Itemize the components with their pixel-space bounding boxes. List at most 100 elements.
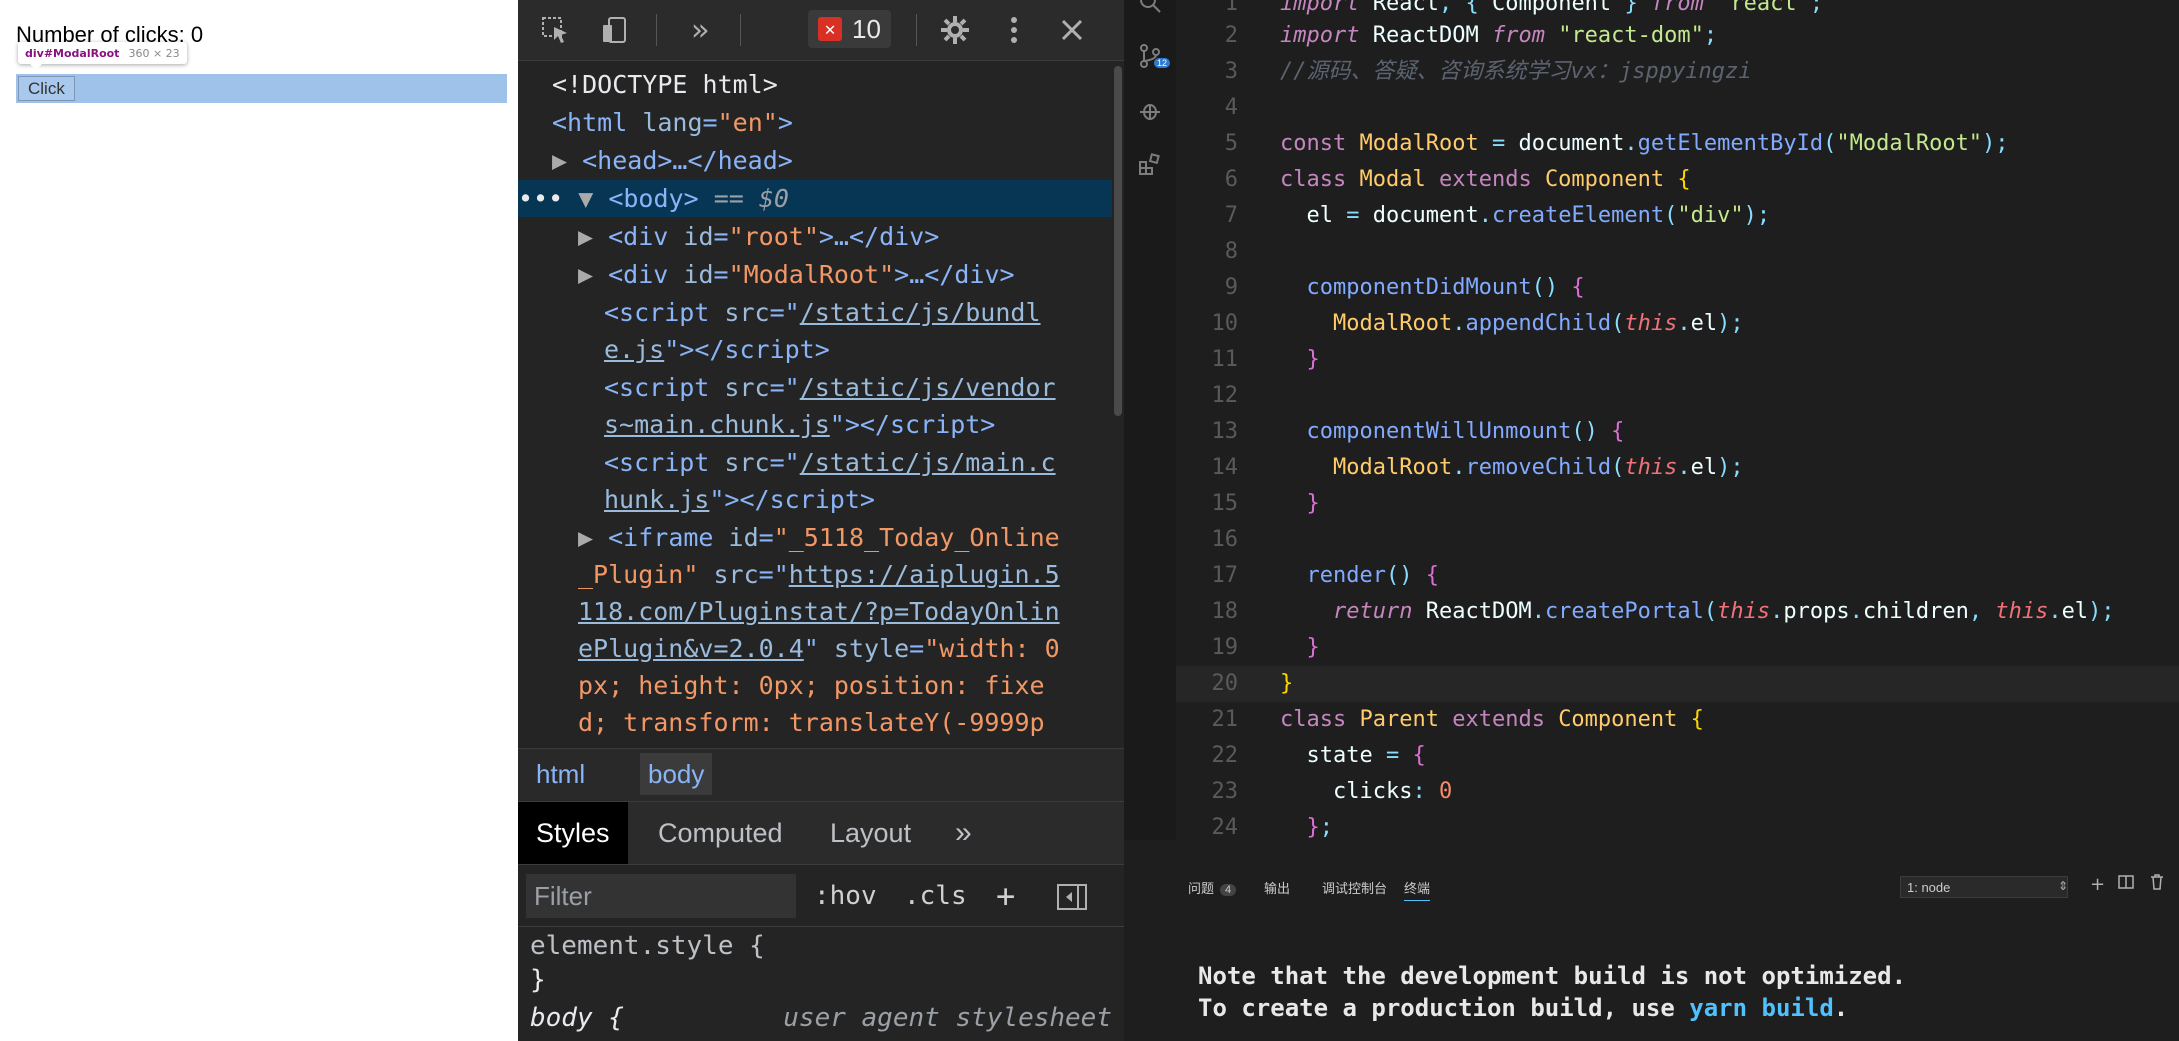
source-control-icon[interactable]: 12: [1136, 42, 1171, 70]
expand-arrow-icon[interactable]: ▶: [578, 260, 608, 289]
source-control-badge: 12: [1154, 58, 1171, 68]
code-line: 23 clicks: 0: [1211, 779, 1453, 804]
new-style-rule-button[interactable]: +: [996, 866, 1015, 926]
code-line: 2 import ReactDOM from "react-dom";: [1224, 23, 1718, 48]
code-line: 14 ModalRoot.removeChild(this.el);: [1211, 455, 1744, 480]
code-line: 11 }: [1211, 347, 1320, 372]
breadcrumb: html body: [518, 748, 1124, 802]
code-line: 12: [1211, 383, 1239, 408]
code-line: 18 return ReactDOM.createPortal(this.pro…: [1211, 599, 2115, 624]
dom-script-bundle[interactable]: <script src="/static/js/bundl: [604, 294, 1041, 331]
code-line: 15 }: [1211, 491, 1320, 516]
user-agent-label: user agent stylesheet: [783, 1003, 1112, 1033]
tooltip-selector: div#ModalRoot: [25, 46, 120, 60]
split-terminal-icon[interactable]: [2118, 874, 2134, 895]
dom-script-main[interactable]: <script src="/static/js/main.c: [604, 444, 1056, 481]
code-line: 24 };: [1211, 815, 1334, 840]
devtools-toolbar: » ✕ 10: [518, 0, 1124, 61]
toggle-sidebar-icon[interactable]: [1056, 866, 1088, 926]
dom-html-node[interactable]: <html lang="en">: [552, 104, 793, 141]
dom-script-vendors[interactable]: <script src="/static/js/vendor: [604, 369, 1056, 406]
code-line: 21 class Parent extends Component {: [1211, 707, 1704, 732]
activity-bar: 12: [1124, 0, 1176, 840]
code-editor: 12 1 import React, { Component } from "re…: [1124, 0, 2179, 1041]
tab-styles[interactable]: Styles: [518, 802, 628, 864]
tab-layout[interactable]: Layout: [830, 802, 911, 864]
chevron-updown-icon: ⇕: [2058, 879, 2069, 893]
close-devtools-icon[interactable]: [1048, 0, 1096, 60]
dom-iframe-line6: d; transform: translateY(-9999p: [578, 708, 1045, 737]
toolbar-separator: [740, 14, 741, 46]
node-actions-icon[interactable]: •••: [518, 184, 563, 213]
settings-gear-icon[interactable]: [930, 0, 980, 60]
error-count: 10: [852, 13, 881, 44]
terminal-line-1: Note that the development build is not o…: [1198, 962, 1907, 990]
code-line: 7 el = document.createElement("div");: [1224, 203, 1771, 228]
extensions-icon[interactable]: [1136, 150, 1164, 178]
breadcrumb-body[interactable]: body: [640, 753, 713, 795]
more-options-icon[interactable]: [994, 0, 1034, 60]
add-terminal-icon[interactable]: +: [2090, 874, 2105, 895]
more-panels-button[interactable]: »: [678, 0, 722, 60]
breadcrumb-html[interactable]: html: [536, 759, 585, 790]
problems-badge: 4: [1220, 884, 1237, 896]
browser-page: Number of clicks: 0 div#ModalRoot 360 × …: [0, 0, 518, 1041]
dom-div-root[interactable]: ▶ <div id="root">…</div>: [578, 218, 939, 255]
terminal-select[interactable]: 1: node: [1900, 876, 2068, 898]
dom-head-node[interactable]: ▶ <head>…</head>: [552, 142, 793, 179]
tooltip-arrow: [30, 64, 42, 70]
dom-iframe-node[interactable]: ▶ <iframe id="_5118_Today_Online: [578, 519, 1060, 556]
dom-doctype[interactable]: <!DOCTYPE html>: [552, 66, 778, 103]
expand-arrow-icon[interactable]: ▶: [578, 222, 608, 251]
dom-script-main-cont[interactable]: hunk.js"></script>: [604, 481, 875, 518]
trash-icon[interactable]: [2150, 874, 2164, 895]
rule-close-brace: }: [530, 965, 546, 995]
elements-scrollbar[interactable]: [1114, 66, 1122, 416]
tab-computed[interactable]: Computed: [658, 802, 783, 864]
code-line-current: 20}: [1176, 666, 2179, 702]
inspect-element-icon[interactable]: [530, 0, 580, 60]
code-line: 17 render() {: [1211, 563, 1439, 588]
styles-filter-row: Filter :hov .cls +: [518, 866, 1124, 927]
class-toggle-button[interactable]: .cls: [904, 866, 967, 926]
yarn-build-command: yarn build: [1689, 994, 1834, 1022]
sidebar-tabs: Styles Computed Layout »: [518, 802, 1124, 865]
code-line: 9 componentDidMount() {: [1224, 275, 1585, 300]
dom-iframe-line2: _Plugin" src="https://aiplugin.5: [578, 560, 1060, 589]
tab-more-button[interactable]: »: [955, 802, 972, 864]
toolbar-separator: [916, 14, 917, 46]
element-inspect-tooltip: div#ModalRoot 360 × 23: [18, 42, 187, 64]
dom-script-vendors-cont[interactable]: s~main.chunk.js"></script>: [604, 406, 995, 443]
dom-script-bundle-cont[interactable]: e.js"></script>: [604, 331, 830, 368]
modal-root-highlight: [16, 74, 507, 103]
code-line: 3//源码、答疑、咨询系统学习vx：jsppyingzi: [1224, 59, 1752, 84]
dom-body-node-selected[interactable]: ••• ▼ <body> == $0: [518, 180, 1112, 217]
device-toolbar-icon[interactable]: [590, 0, 640, 60]
code-line: 5 const ModalRoot = document.getElementBy…: [1224, 131, 2009, 156]
tab-debug-console[interactable]: 调试控制台: [1322, 878, 1387, 897]
code-area[interactable]: 1 import React, { Component } from "react…: [1176, 0, 2179, 840]
tab-terminal[interactable]: 终端: [1404, 878, 1431, 901]
hover-state-button[interactable]: :hov: [814, 866, 877, 926]
tab-output[interactable]: 输出: [1264, 878, 1290, 897]
element-style-rule[interactable]: element.style {: [530, 928, 765, 964]
error-icon: ✕: [818, 17, 842, 41]
debug-icon[interactable]: [1136, 96, 1164, 124]
tab-problems[interactable]: 问题 4: [1188, 878, 1237, 897]
styles-filter-input[interactable]: Filter: [526, 874, 796, 918]
error-count-badge[interactable]: ✕ 10: [808, 10, 891, 48]
body-style-rule[interactable]: body {: [530, 1000, 624, 1036]
elements-tree: <!DOCTYPE html> <html lang="en"> ▶ <head…: [518, 62, 1112, 746]
expand-arrow-icon[interactable]: ▶: [552, 146, 582, 175]
code-line: 13 componentWillUnmount() {: [1211, 419, 1625, 444]
terminal-line-2: To create a production build, use yarn b…: [1198, 994, 1849, 1022]
collapse-arrow-icon[interactable]: ▼: [563, 184, 608, 213]
dom-div-modalroot[interactable]: ▶ <div id="ModalRoot">…</div>: [578, 256, 1015, 293]
tooltip-dimensions: 360 × 23: [128, 46, 180, 60]
search-icon[interactable]: [1136, 0, 1164, 16]
code-line: 4: [1224, 95, 1238, 120]
click-button[interactable]: Click: [18, 76, 75, 101]
code-line: 10 ModalRoot.appendChild(this.el);: [1211, 311, 1744, 336]
dom-iframe-line4: ePlugin&v=2.0.4" style="width: 0: [578, 634, 1060, 663]
expand-arrow-icon[interactable]: ▶: [578, 523, 608, 552]
